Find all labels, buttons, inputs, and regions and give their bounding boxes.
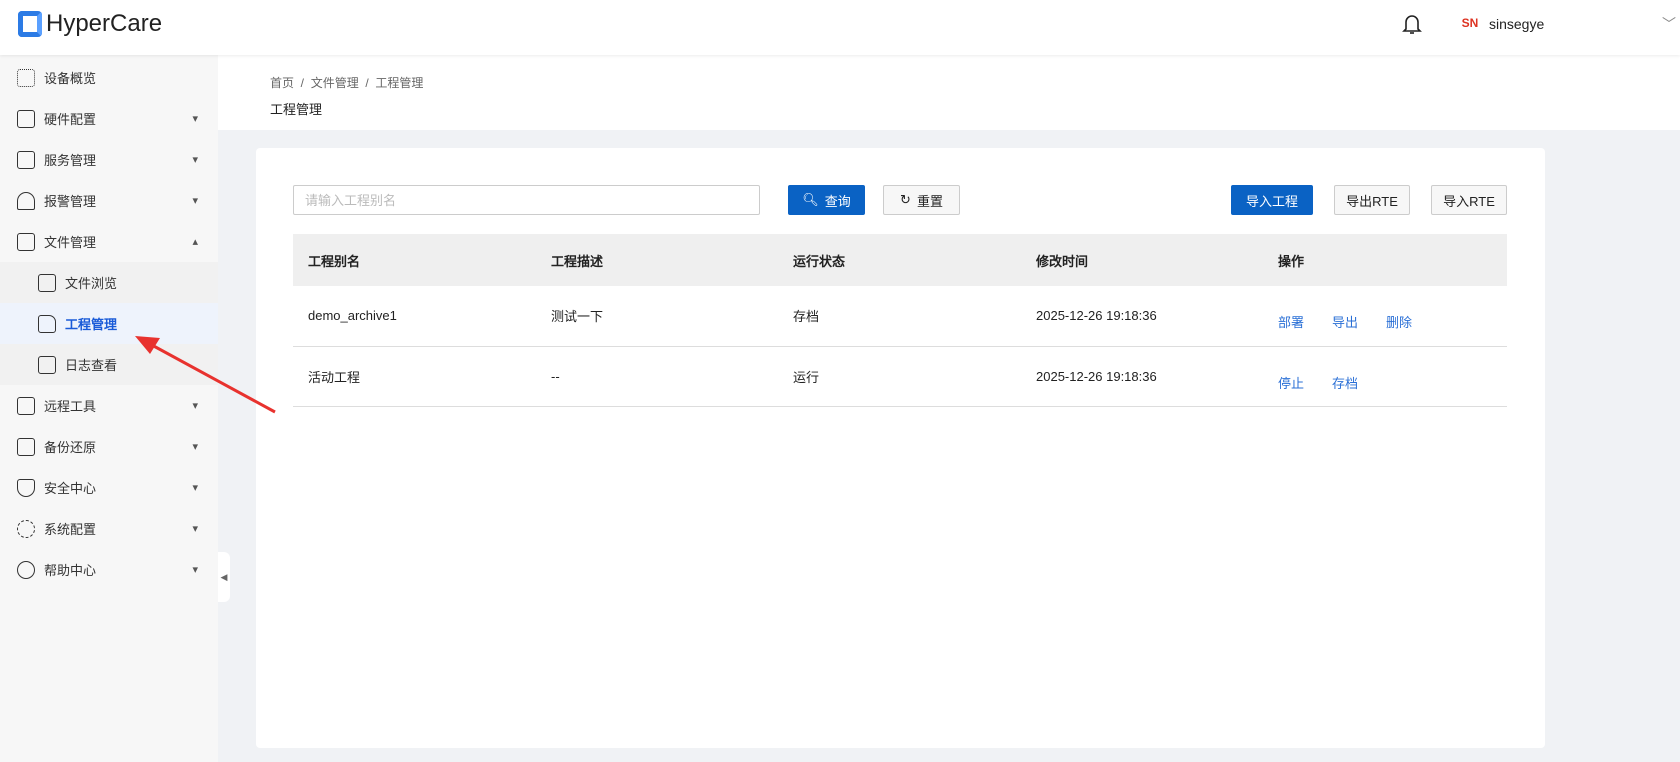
export-link[interactable]: 导出	[1332, 315, 1358, 330]
col-actions: 操作	[1263, 234, 1507, 286]
document-icon	[38, 314, 56, 333]
service-icon	[17, 150, 35, 169]
cell-desc: 测试一下	[536, 286, 778, 347]
chevron-up-icon: ▴	[192, 236, 198, 248]
page-title: 工程管理	[270, 102, 323, 117]
sidebar-item-label: 硬件配置	[44, 112, 97, 127]
archive-link[interactable]: 存档	[1332, 376, 1358, 391]
logo-text: HyperCare	[46, 10, 163, 37]
logo[interactable]: HyperCare	[18, 10, 162, 38]
cell-status: 存档	[778, 286, 1021, 347]
sidebar-item-label: 系统配置	[44, 522, 97, 537]
sidebar-item-service[interactable]: 服务管理 ▾	[0, 139, 218, 180]
sidebar-item-label: 设备概览	[44, 71, 97, 86]
sidebar-item-label: 日志查看	[65, 358, 118, 373]
page-header: 首页 / 文件管理 / 工程管理 工程管理	[218, 55, 1680, 130]
username[interactable]: sinsegye	[1489, 16, 1544, 32]
bell-icon[interactable]	[1402, 13, 1422, 35]
sidebar-item-system[interactable]: 系统配置 ▾	[0, 508, 218, 549]
log-icon	[38, 355, 56, 374]
project-table: 工程别名 工程描述 运行状态 修改时间 操作 demo_archive1 测试一…	[293, 234, 1507, 407]
breadcrumb: 首页 / 文件管理 / 工程管理	[270, 76, 424, 90]
refresh-icon: ↻	[900, 192, 911, 207]
query-label: 查询	[824, 193, 851, 209]
breadcrumb-file[interactable]: 文件管理	[311, 76, 359, 90]
sidebar-item-backup[interactable]: 备份还原 ▾	[0, 426, 218, 467]
col-desc: 工程描述	[536, 234, 778, 286]
shield-icon	[17, 478, 35, 497]
chevron-down-icon: ▾	[192, 113, 198, 125]
col-status: 运行状态	[778, 234, 1021, 286]
chevron-down-icon: ▾	[192, 441, 198, 453]
chevron-down-icon: ▾	[192, 482, 198, 494]
search-icon: 🔍︎	[802, 192, 819, 207]
breadcrumb-home[interactable]: 首页	[270, 76, 294, 90]
cell-actions: 部署 导出 删除	[1263, 286, 1507, 347]
sidebar-item-label: 帮助中心	[44, 563, 97, 578]
import-rte-button[interactable]: 导入RTE	[1431, 185, 1507, 215]
chevron-down-icon: ▾	[192, 195, 198, 207]
grid-icon	[17, 68, 35, 87]
table-row: demo_archive1 测试一下 存档 2025-12-26 19:18:3…	[293, 286, 1507, 347]
stop-link[interactable]: 停止	[1278, 376, 1304, 391]
cell-time: 2025-12-26 19:18:36	[1021, 286, 1263, 347]
annotation-arrow-icon	[135, 336, 276, 414]
sidebar-item-alarm[interactable]: 报警管理 ▾	[0, 180, 218, 221]
sidebar-item-label: 工程管理	[65, 317, 118, 332]
sidebar-item-label: 文件浏览	[65, 276, 118, 291]
chevron-down-icon: ▾	[192, 523, 198, 535]
breadcrumb-current: 工程管理	[375, 76, 424, 90]
chevron-down-icon[interactable]: ﹀	[1662, 14, 1676, 34]
col-name: 工程别名	[293, 234, 536, 286]
remote-tool-icon	[17, 396, 35, 415]
sidebar-item-help[interactable]: 帮助中心 ▾	[0, 549, 218, 590]
content-card: 🔍︎ 查询 ↻ 重置 导入工程 导出RTE 导入RTE 工程别名 工程描述 运行状态…	[256, 148, 1545, 748]
sidebar-item-label: 安全中心	[44, 481, 97, 496]
cell-actions: 停止 存档	[1263, 346, 1507, 407]
sidebar-item-file[interactable]: 文件管理 ▴	[0, 221, 218, 262]
search-input[interactable]	[293, 185, 760, 215]
export-rte-button[interactable]: 导出RTE	[1334, 185, 1410, 215]
gear-icon	[17, 519, 35, 538]
sidebar-item-label: 远程工具	[44, 399, 97, 414]
reset-label: 重置	[916, 193, 943, 209]
cell-name: 活动工程	[293, 346, 536, 407]
logo-icon	[18, 11, 42, 37]
cell-name: demo_archive1	[293, 286, 536, 347]
sidebar-collapse-button[interactable]: ◀	[218, 552, 230, 602]
sidebar-item-security[interactable]: 安全中心 ▾	[0, 467, 218, 508]
cell-status: 运行	[778, 346, 1021, 407]
chevron-down-icon: ▾	[192, 154, 198, 166]
top-header: HyperCare SN sinsegye ﹀	[0, 0, 1680, 55]
cell-time: 2025-12-26 19:18:36	[1021, 346, 1263, 407]
reset-button[interactable]: ↻ 重置	[883, 185, 960, 215]
delete-link[interactable]: 删除	[1386, 315, 1412, 330]
query-button[interactable]: 🔍︎ 查询	[788, 185, 865, 215]
browse-icon	[38, 273, 56, 292]
table-row: 活动工程 -- 运行 2025-12-26 19:18:36 停止 存档	[293, 346, 1507, 407]
sidebar-item-hardware[interactable]: 硬件配置 ▾	[0, 98, 218, 139]
cell-desc: --	[536, 346, 778, 407]
sidebar-item-overview[interactable]: 设备概览	[0, 57, 218, 98]
chevron-down-icon: ▾	[192, 564, 198, 576]
col-time: 修改时间	[1021, 234, 1263, 286]
file-manage-icon	[17, 232, 35, 251]
hardware-icon	[17, 109, 35, 128]
alarm-icon	[17, 191, 35, 210]
sidebar-item-label: 备份还原	[44, 440, 97, 455]
avatar[interactable]: SN	[1459, 12, 1481, 34]
sidebar-item-label: 服务管理	[44, 153, 97, 168]
sidebar-item-label: 报警管理	[44, 194, 97, 209]
sidebar-item-file-browse[interactable]: 文件浏览	[0, 262, 218, 303]
backup-icon	[17, 437, 35, 456]
sidebar-item-label: 文件管理	[44, 235, 97, 250]
deploy-link[interactable]: 部署	[1278, 315, 1304, 330]
help-icon	[17, 560, 35, 579]
import-project-button[interactable]: 导入工程	[1231, 185, 1313, 215]
